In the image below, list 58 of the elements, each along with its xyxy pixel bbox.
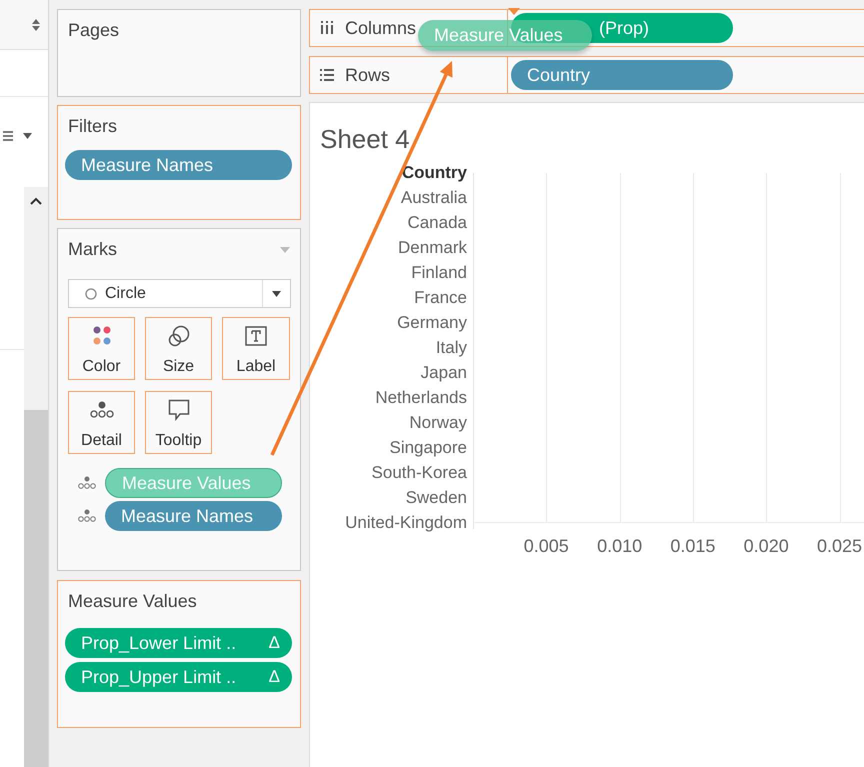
axis-tick-label: 0.025 <box>816 536 862 556</box>
caret-icon <box>272 290 281 296</box>
card-title: Filters <box>67 116 118 137</box>
detail-icon <box>78 476 96 490</box>
caret-icon <box>23 133 32 139</box>
field-pill[interactable]: Country <box>511 60 733 90</box>
tooltip-button[interactable]: Tooltip <box>145 391 212 454</box>
row-label: Netherlands <box>374 387 467 409</box>
rows-icon <box>320 69 334 81</box>
row-label: Canada <box>406 212 467 234</box>
color-button[interactable]: Color <box>68 317 135 380</box>
grid-view-icon <box>3 131 13 141</box>
row-label: Japan <box>420 362 467 384</box>
columns-icon <box>320 21 334 35</box>
axis-tick-label: 0.010 <box>597 536 642 556</box>
shelf-label: Rows <box>345 64 390 86</box>
axis-tick-label: 0.020 <box>744 536 789 556</box>
row-label: Australia <box>400 187 467 209</box>
circle-icon <box>85 288 97 300</box>
field-pill[interactable]: Measure Names <box>105 501 282 531</box>
chevron-up-icon <box>30 197 42 205</box>
card-title: Marks <box>67 239 117 260</box>
row-label: Singapore <box>388 437 467 459</box>
detail-button[interactable]: Detail <box>68 391 135 454</box>
field-pill[interactable]: Measure Names <box>65 150 292 180</box>
card-title: Pages <box>67 20 120 41</box>
drop-indicator-icon <box>508 8 520 15</box>
field-pill[interactable]: Prop_Upper Limit .. Δ <box>65 662 292 692</box>
axis-tick-label: 0.015 <box>670 536 716 556</box>
row-label: France <box>413 287 467 309</box>
row-header: Country <box>400 162 467 184</box>
label-button[interactable]: Label <box>222 317 290 380</box>
card-title: Measure Values <box>67 591 198 612</box>
sort-icon <box>32 18 40 30</box>
axis-tick-label: 0.005 <box>524 536 569 556</box>
speech-bubble-icon <box>168 399 190 421</box>
row-label: South-Korea <box>370 462 467 484</box>
scrollbar-thumb[interactable] <box>24 410 48 767</box>
detail-icon <box>78 509 96 523</box>
text-box-icon <box>245 326 267 346</box>
color-dots-icon <box>92 326 110 346</box>
field-pill[interactable]: Prop_Lower Limit .. Δ <box>65 628 292 658</box>
row-label: Sweden <box>404 487 467 509</box>
dragged-pill[interactable]: Measure Values <box>418 20 592 51</box>
mark-type-dropdown[interactable]: Circle <box>68 279 291 308</box>
circles-icon <box>168 325 190 347</box>
row-label: Germany <box>396 312 467 334</box>
field-pill[interactable]: Measure Values <box>105 468 282 498</box>
row-label: Italy <box>434 337 467 359</box>
caret-icon <box>280 246 290 252</box>
row-label: Norway <box>408 412 467 434</box>
shelf-label: Columns <box>345 18 416 38</box>
row-label: Finland <box>410 262 467 284</box>
dots-icon <box>90 401 114 419</box>
row-label: Denmark <box>397 237 467 259</box>
row-label: United-Kingdom <box>344 512 467 534</box>
sheet-title: Sheet 4 <box>320 124 411 155</box>
size-button[interactable]: Size <box>145 317 212 380</box>
